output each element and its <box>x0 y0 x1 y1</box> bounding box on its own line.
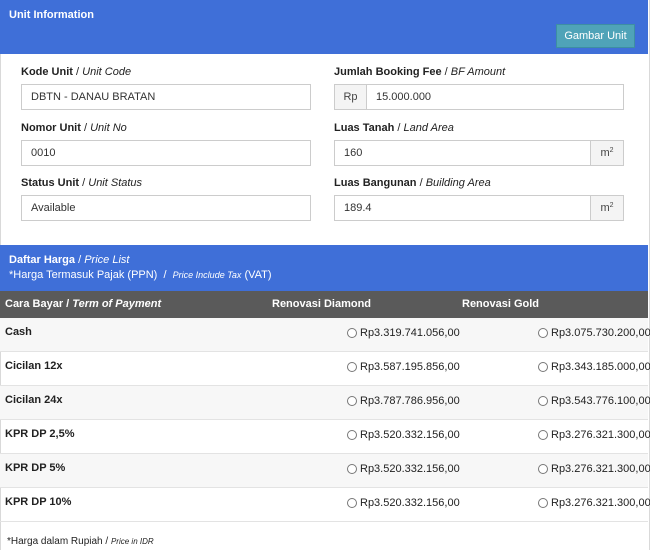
table-row: Cash Rp3.319.741.056,00 Rp3.075.730.200,… <box>0 318 650 352</box>
radio-icon[interactable] <box>538 396 548 406</box>
radio-icon[interactable] <box>347 430 357 440</box>
luas-tanah-field[interactable]: 160 <box>334 140 591 166</box>
booking-fee-label: Jumlah Booking Fee / BF Amount <box>334 66 506 78</box>
term-cell: KPR DP 2,5% <box>5 428 75 440</box>
diamond-column-header: Renovasi Diamond <box>272 298 372 310</box>
price-list-title: Daftar Harga / Price List <box>9 254 130 266</box>
kode-unit-field[interactable]: DBTN - DANAU BRATAN <box>21 84 311 110</box>
unit-info-title: Unit Information <box>9 9 94 21</box>
gambar-unit-button[interactable]: Gambar Unit <box>556 24 635 48</box>
kode-unit-label: Kode Unit / Unit Code <box>21 66 132 78</box>
gold-option[interactable]: Rp3.343.185.000,00 <box>538 361 650 373</box>
radio-icon[interactable] <box>347 328 357 338</box>
diamond-option[interactable]: Rp3.587.195.856,00 <box>347 361 460 373</box>
booking-fee-field[interactable]: 15.000.000 <box>366 84 624 110</box>
nomor-unit-label: Nomor Unit / Unit No <box>21 122 127 134</box>
price-footnote: *Harga dalam Rupiah / Price in IDR <box>7 536 154 547</box>
gold-option[interactable]: Rp3.075.730.200,00 <box>538 327 650 339</box>
price-list-header: Daftar Harga / Price List *Harga Termasu… <box>0 245 648 291</box>
radio-icon[interactable] <box>347 396 357 406</box>
gold-option[interactable]: Rp3.276.321.300,00 <box>538 497 650 509</box>
term-cell: Cicilan 24x <box>5 394 63 406</box>
diamond-option[interactable]: Rp3.520.332.156,00 <box>347 497 460 509</box>
diamond-option[interactable]: Rp3.787.786.956,00 <box>347 395 460 407</box>
radio-icon[interactable] <box>538 498 548 508</box>
gold-column-header: Renovasi Gold <box>462 298 540 310</box>
table-row: KPR DP 5% Rp3.520.332.156,00 Rp3.276.321… <box>0 454 650 488</box>
table-row: Cicilan 12x Rp3.587.195.856,00 Rp3.343.1… <box>0 352 650 386</box>
gold-option[interactable]: Rp3.276.321.300,00 <box>538 429 650 441</box>
unit-info-header: Unit Information Gambar Unit <box>0 0 648 54</box>
diamond-option[interactable]: Rp3.520.332.156,00 <box>347 463 460 475</box>
status-unit-label: Status Unit / Unit Status <box>21 177 143 189</box>
diamond-option[interactable]: Rp3.319.741.056,00 <box>347 327 460 339</box>
luas-tanah-unit: m2 <box>590 140 624 166</box>
price-table-header: Cara Bayar / Term of Payment Renovasi Di… <box>0 291 648 318</box>
term-cell: KPR DP 10% <box>5 496 72 508</box>
table-row: Cicilan 24x Rp3.787.786.956,00 Rp3.543.7… <box>0 386 650 420</box>
status-unit-field[interactable]: Available <box>21 195 311 221</box>
radio-icon[interactable] <box>538 464 548 474</box>
radio-icon[interactable] <box>538 328 548 338</box>
tax-note: *Harga Termasuk Pajak (PPN) / Price Incl… <box>9 269 272 281</box>
diamond-option[interactable]: Rp3.520.332.156,00 <box>347 429 460 441</box>
radio-icon[interactable] <box>347 498 357 508</box>
table-row: KPR DP 2,5% Rp3.520.332.156,00 Rp3.276.3… <box>0 420 650 454</box>
gold-option[interactable]: Rp3.276.321.300,00 <box>538 463 650 475</box>
radio-icon[interactable] <box>538 362 548 372</box>
term-column-header: Cara Bayar / Term of Payment <box>5 298 162 310</box>
table-row: KPR DP 10% Rp3.520.332.156,00 Rp3.276.32… <box>0 488 650 522</box>
rp-prefix: Rp <box>334 84 367 110</box>
term-cell: KPR DP 5% <box>5 462 66 474</box>
nomor-unit-field[interactable]: 0010 <box>21 140 311 166</box>
luas-bangunan-unit: m2 <box>590 195 624 221</box>
luas-tanah-label: Luas Tanah / Land Area <box>334 122 454 134</box>
luas-bangunan-label: Luas Bangunan / Building Area <box>334 177 491 189</box>
gold-option[interactable]: Rp3.543.776.100,00 <box>538 395 650 407</box>
luas-bangunan-field[interactable]: 189.4 <box>334 195 591 221</box>
term-cell: Cicilan 12x <box>5 360 63 372</box>
radio-icon[interactable] <box>347 464 357 474</box>
radio-icon[interactable] <box>538 430 548 440</box>
radio-icon[interactable] <box>347 362 357 372</box>
term-cell: Cash <box>5 326 32 338</box>
